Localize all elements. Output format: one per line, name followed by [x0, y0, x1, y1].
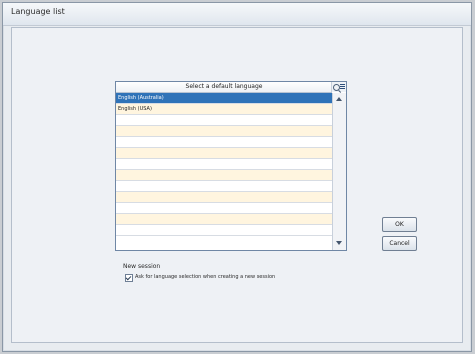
list-header-icons — [331, 82, 346, 92]
list-item[interactable]: English (USA) — [116, 104, 332, 115]
list-item[interactable] — [116, 181, 332, 192]
ok-button[interactable]: OK — [382, 217, 417, 232]
list-item[interactable] — [116, 159, 332, 170]
list-item[interactable] — [116, 126, 332, 137]
language-list: English (Australia) English (USA) — [116, 93, 332, 250]
list-item[interactable] — [116, 225, 332, 236]
list-item[interactable] — [116, 115, 332, 126]
new-session-section: New session Ask for language selection w… — [115, 261, 345, 289]
list-item[interactable] — [116, 148, 332, 159]
list-item[interactable] — [116, 137, 332, 148]
scroll-up-arrow-icon[interactable] — [336, 97, 342, 101]
title-bar: Language list — [3, 3, 471, 26]
list-item[interactable] — [116, 214, 332, 225]
list-item[interactable] — [116, 203, 332, 214]
language-list-header-label: Select a default language — [185, 83, 263, 90]
scroll-down-arrow-icon[interactable] — [336, 241, 342, 245]
list-item[interactable]: English (Australia) — [116, 93, 332, 104]
window-title: Language list — [11, 7, 65, 16]
language-list-header: Select a default language — [116, 82, 332, 93]
ask-language-checkbox[interactable] — [125, 274, 133, 282]
language-list-panel: Select a default language English (Austr… — [115, 81, 347, 251]
language-dialog-window: Language list Select a default language … — [2, 2, 472, 352]
list-item[interactable] — [116, 192, 332, 203]
list-scrollbar[interactable] — [332, 93, 346, 250]
cancel-button[interactable]: Cancel — [382, 236, 417, 251]
list-item[interactable] — [116, 170, 332, 181]
new-session-title: New session — [123, 263, 161, 270]
ask-language-label: Ask for language selection when creating… — [135, 274, 276, 280]
search-icon[interactable] — [333, 84, 340, 91]
grid-icon[interactable] — [340, 84, 345, 90]
